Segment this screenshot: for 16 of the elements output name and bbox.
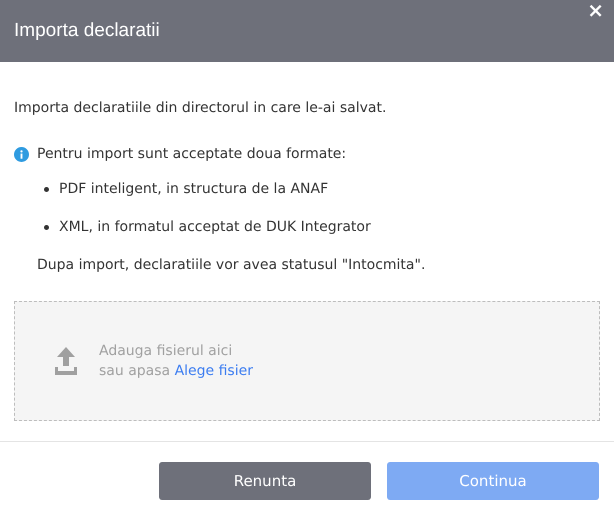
choose-file-link[interactable]: Alege fisier xyxy=(174,363,253,379)
dropzone-text: Adauga fisierul aici xyxy=(99,343,234,359)
dialog-title: Importa declaratii xyxy=(14,20,160,42)
dropzone-hint: sau apasa Alege fisier xyxy=(99,363,253,379)
cancel-button[interactable]: Renunta xyxy=(159,462,371,500)
info-text: Pentru import sunt acceptate doua formate: xyxy=(37,146,346,162)
intro-text: Importa declaratiile din directorul in care le-ai salvat. xyxy=(14,100,388,116)
bullet-icon xyxy=(44,186,49,192)
close-button[interactable]: × xyxy=(585,0,606,20)
format-item: PDF inteligent, in structura de la ANAF xyxy=(59,181,328,197)
bullet-icon xyxy=(44,224,49,230)
upload-icon xyxy=(55,347,77,375)
status-note: Dupa import, declaratiile vor avea statusul "Intocmita". xyxy=(37,257,426,273)
format-item: XML, in formatul acceptat de DUK Integrator xyxy=(59,219,371,235)
info-icon xyxy=(14,146,29,162)
file-dropzone[interactable]: Adauga fisierul aici sau apasa Alege fisier xyxy=(14,301,600,421)
